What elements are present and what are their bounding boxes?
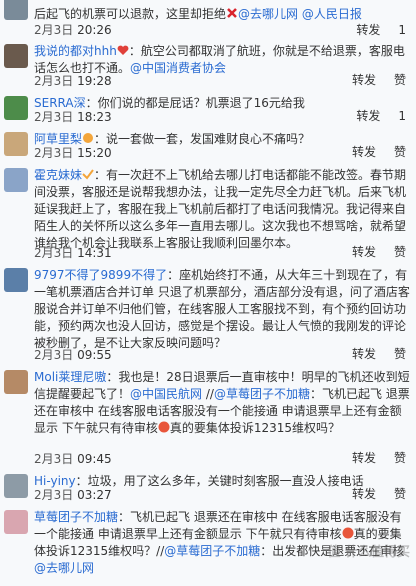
like-button[interactable]: 赞 [394,73,406,87]
comment-time: 14:31 [77,246,112,260]
like-button[interactable]: 赞 [394,245,406,259]
avatar[interactable] [4,474,28,498]
comment-date: 2月3日 [34,110,74,124]
avatar[interactable] [4,268,28,292]
comment-time: 19:28 [77,74,112,88]
comment-date: 2月3日 [34,348,74,362]
avatar[interactable] [4,0,28,20]
quoted-text-tail: 真的要集体投诉12315维权吗？ [169,421,341,435]
like-count[interactable]: 1 [398,109,406,123]
comment-text: 垃圾，用了这么多年，关键时刻客服一直没人接电话 [87,474,364,488]
comment-time: 15:20 [77,146,112,160]
comment-time: 09:45 [77,452,112,466]
repost-button[interactable]: 转发 [352,487,376,501]
mention-link[interactable]: @中国消费者协会 [130,61,226,75]
repost-button[interactable]: 转发 [352,245,376,259]
repost-button[interactable]: 转发 [352,145,376,159]
mention-link[interactable]: @中国民航网 [130,387,202,401]
comment-item: 我说的都对hhh ：航空公司都取消了航班，你就是不给退票，客服电话怎么也打不通。@… [0,40,416,93]
comment-date: 2月3日 [34,23,74,37]
angry-emoji-icon [158,421,170,433]
avatar[interactable] [4,370,28,394]
mention-link[interactable]: @草莓团子不加糖 [164,544,260,558]
username-link[interactable]: 草莓团子不加糖 [34,510,118,524]
comment-item: 霍克妹妹 ：有一次赶不上飞机给去哪儿打电话都能不能改签。春节期间没票，客服还是说帮… [0,164,416,265]
avatar[interactable] [4,132,28,156]
mention-link[interactable]: @人民日报 [302,7,362,21]
comment-item: Moli莱理尼嗷：我也是！28日退票后一直审核中！明早的飞机还收到短信提醒要起飞… [0,366,416,471]
repost-button[interactable]: 转发 [352,451,376,465]
username-link[interactable]: 我说的都对hhh [34,44,117,58]
repost-button[interactable]: 转发 [352,73,376,87]
comment-time: 09:55 [77,348,112,362]
comment-item: SERRA深：你们说的都是屁话？机票退了16元给我 2月3日 18:23 转发 1 [0,92,416,129]
like-button[interactable]: 赞 [394,347,406,361]
comment-item: 阿草里梨 ：说一套做一套，发国难财良心不痛吗？ 2月3日 15:20 转发赞 [0,128,416,165]
avatar[interactable] [4,510,28,534]
repost-button[interactable]: 转发 [356,23,380,37]
watermark: 值 什么值得买 [327,545,410,560]
comment-date: 2月3日 [34,452,74,466]
mention-link[interactable]: @去哪儿网 [34,561,94,575]
comment-item: 9797不得了9899不得了：座机始终打不通，从大年三十到现在了，有一笔机票酒店… [0,264,416,367]
like-button[interactable]: 赞 [394,145,406,159]
like-count[interactable]: 1 [398,23,406,37]
avatar[interactable] [4,168,28,192]
comment-text: 你们说的都是屁话？机票退了16元给我 [97,96,305,110]
angry-emoji-icon [342,527,354,539]
repost-button[interactable]: 转发 [352,347,376,361]
heart-emoji-icon [117,44,129,56]
checkmark-badge-icon [82,168,94,180]
avatar[interactable] [4,44,28,68]
comment-item: Hi-yiny：垃圾，用了这么多年，关键时刻客服一直没人接电话 2月3日 03:… [0,470,416,507]
username-link[interactable]: 9797不得了9899不得了 [34,268,167,282]
mention-link[interactable]: @去哪儿网 [238,7,298,21]
comment-time: 03:27 [77,488,112,502]
comment-time: 18:23 [77,110,112,124]
comment-item: 后起飞的机票可以退款，这里却拒绝 @去哪儿网 @人民日报 2月3日 20:26 转… [0,0,416,41]
like-button[interactable]: 赞 [394,451,406,465]
comment-text: 后起飞的机票可以退款，这里却拒绝 [34,7,227,21]
crown-badge-icon [82,132,94,144]
comment-date: 2月3日 [34,246,74,260]
comment-text: 说一套做一套，发国难财良心不痛吗？ [106,132,311,146]
comment-text: 有一次赶不上飞机给去哪儿打电话都能不能改签。春节期间没票，客服还是说帮我想办法，… [34,168,407,250]
repost-button[interactable]: 转发 [356,109,380,123]
comment-date: 2月3日 [34,74,74,88]
like-button[interactable]: 赞 [394,487,406,501]
comment-time: 20:26 [77,23,112,37]
avatar[interactable] [4,96,28,120]
username-link[interactable]: 霍克妹妹 [34,168,82,182]
comment-date: 2月3日 [34,146,74,160]
cross-emoji-icon [226,7,238,19]
username-link[interactable]: Moli莱理尼嗷 [34,370,106,384]
mention-link[interactable]: @草莓团子不加糖 [214,387,310,401]
comment-date: 2月3日 [34,488,74,502]
